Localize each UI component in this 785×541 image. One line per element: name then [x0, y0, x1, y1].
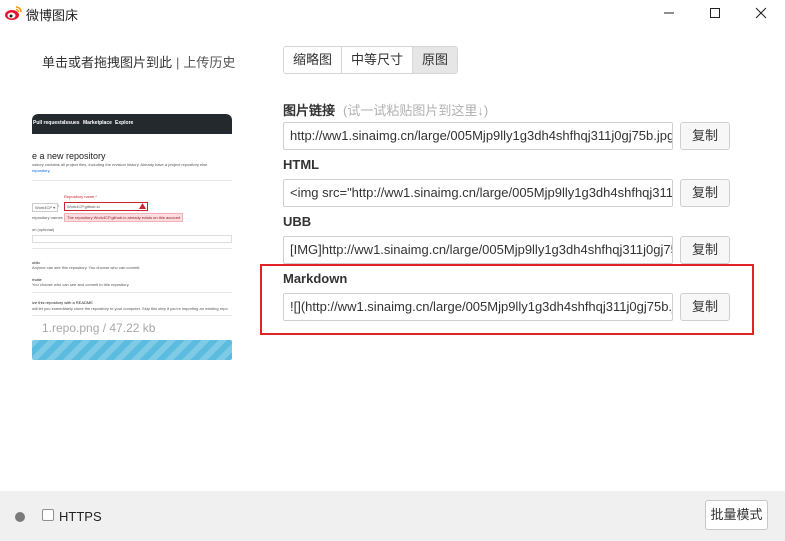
warning-icon [139, 203, 146, 209]
thumbnail-nav-item: Marketplace [83, 120, 112, 126]
maximize-icon [710, 8, 720, 18]
tab-medium[interactable]: 中等尺寸 [342, 47, 414, 73]
image-thumbnail[interactable]: Pull requests Issues Marketplace Explore… [32, 114, 232, 322]
thumbnail-text: repository. [32, 168, 51, 173]
thumbnail-divider [32, 180, 232, 181]
status-indicator-icon [15, 512, 25, 522]
image-link-field[interactable]: http://ww1.sinaimg.cn/large/005Mjp9lly1g… [283, 122, 673, 150]
https-checkbox[interactable] [42, 509, 54, 521]
maximize-button[interactable] [692, 0, 738, 26]
footer-bar [0, 491, 785, 541]
thumbnail-divider [32, 292, 232, 293]
batch-mode-button[interactable]: 批量模式 [705, 500, 768, 530]
close-icon [755, 7, 767, 19]
upload-hint-row: 单击或者拖拽图片到此 | 上传历史 [42, 52, 235, 71]
thumbnail-text: ository contains all project files, incl… [32, 162, 208, 167]
weibo-logo-icon [5, 6, 22, 20]
tab-original[interactable]: 原图 [413, 47, 458, 73]
size-tabs: 缩略图 中等尺寸 原图 [283, 46, 459, 74]
paste-hint: (试一试粘贴图片到这里↓) [343, 103, 489, 118]
minimize-icon [664, 12, 674, 14]
thumbnail-text: You choose who can see and commit to thi… [32, 282, 130, 287]
markdown-highlight-box [260, 264, 754, 335]
thumbnail-divider [32, 315, 232, 316]
thumbnail-text: Work4CP ▾ [32, 203, 59, 212]
thumbnail-text: repository names [32, 215, 63, 220]
https-label[interactable]: HTTPS [59, 509, 102, 524]
thumbnail-nav-item: Pull requests [33, 120, 65, 126]
thumbnail-nav-bar: Pull requests Issues Marketplace Explore [32, 114, 232, 134]
field-label-html: HTML [283, 157, 320, 172]
field-label-image-link: 图片链接 (试一试粘贴图片到这里↓) [283, 100, 488, 119]
thumbnail-text: The repository Work4CP.github.io already… [64, 213, 184, 222]
thumbnail-text: / [58, 203, 60, 208]
thumbnail-text: ize this repository with a README [32, 300, 93, 305]
thumbnail-nav-item: Explore [115, 120, 134, 126]
upload-history-link[interactable]: 上传历史 [183, 55, 235, 70]
field-label-ubb: UBB [283, 214, 312, 229]
upload-hint[interactable]: 单击或者拖拽图片到此 [42, 55, 172, 70]
window-title: 微博图床 [26, 8, 79, 23]
separator: | [176, 55, 180, 70]
thumbnail-text: will let you immediately clone the repos… [32, 306, 228, 311]
file-info: 1.repo.png / 47.22 kb [42, 321, 156, 335]
upload-progress-bar [32, 340, 232, 360]
html-field[interactable]: <img src="http://ww1.sinaimg.cn/large/00… [283, 179, 673, 207]
thumbnail-text: Work4CP.github.io [64, 202, 148, 211]
thumbnail-text: Repository name * [64, 194, 97, 199]
thumbnail-nav-item: Issues [64, 120, 80, 126]
field-label-text: 图片链接 [283, 103, 336, 118]
close-button[interactable] [738, 0, 784, 26]
thumbnail-text: on (optional) [32, 227, 55, 232]
thumbnail-divider [32, 248, 232, 249]
tab-thumbnail[interactable]: 缩略图 [284, 47, 343, 73]
copy-ubb-button[interactable]: 复制 [680, 236, 730, 264]
copy-image-link-button[interactable]: 复制 [680, 122, 730, 150]
thumbnail-text: Anyone can see this repository. You choo… [32, 265, 141, 270]
copy-html-button[interactable]: 复制 [680, 179, 730, 207]
thumbnail-desc-field [32, 235, 232, 243]
minimize-button[interactable] [646, 0, 692, 26]
thumbnail-heading: e a new repository [32, 151, 106, 161]
ubb-field[interactable]: [IMG]http://ww1.sinaimg.cn/large/005Mjp9… [283, 236, 673, 264]
title-bar: 微博图床 [0, 0, 785, 26]
